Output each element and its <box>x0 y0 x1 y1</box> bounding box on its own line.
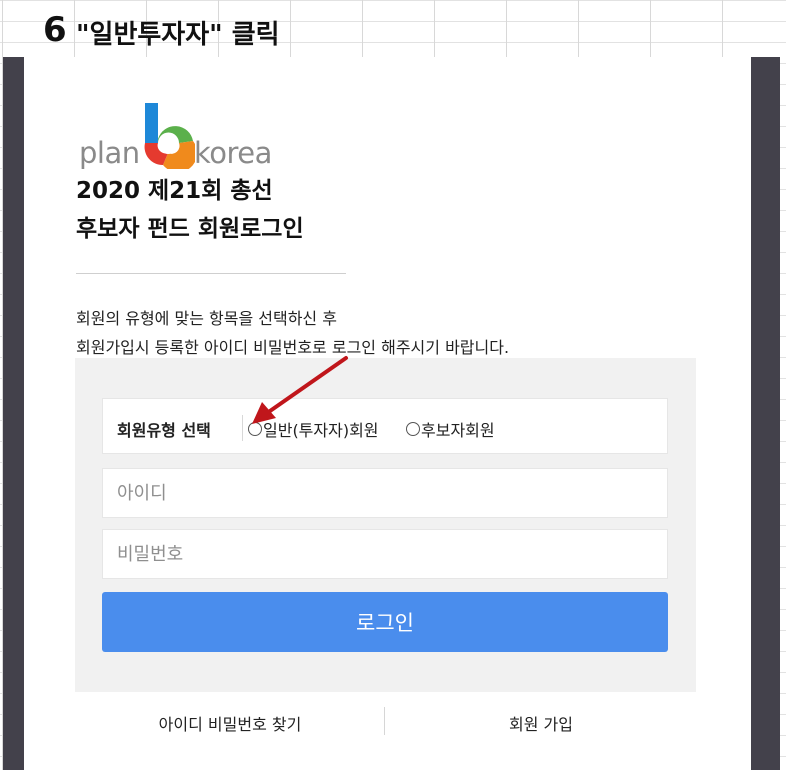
member-type-row: 회원유형 선택 일반(투자자)회원 후보자회원 <box>102 398 668 454</box>
radio-general-investor-label: 일반(투자자)회원 <box>263 421 379 440</box>
title-line-2: 후보자 펀드 회원로그인 <box>76 216 304 242</box>
description-line-1: 회원의 유형에 맞는 항목을 선택하신 후 <box>76 309 337 328</box>
id-input[interactable] <box>102 468 668 518</box>
login-box: 회원유형 선택 일반(투자자)회원 후보자회원 로그인 <box>75 358 696 692</box>
login-page: plan korea 2020 제21회 총선 후보자 펀드 회원로그인 회원의… <box>24 57 751 770</box>
member-type-label: 회원유형 선택 <box>117 421 211 440</box>
bottom-links: 아이디 비밀번호 찾기 회원 가입 <box>75 707 696 737</box>
radio-candidate[interactable]: 후보자회원 <box>406 417 495 441</box>
find-account-link[interactable]: 아이디 비밀번호 찾기 <box>75 711 385 735</box>
logo-text-plan: plan <box>79 136 140 170</box>
radio-general-investor[interactable]: 일반(투자자)회원 <box>248 417 379 441</box>
screenshot-frame: plan korea 2020 제21회 총선 후보자 펀드 회원로그인 회원의… <box>3 57 780 770</box>
logo-text-korea: korea <box>194 136 272 170</box>
step-header: 6 "일반투자자" 클릭 <box>0 0 786 57</box>
password-input[interactable] <box>102 529 668 579</box>
planbkorea-logo: plan korea <box>79 103 299 173</box>
signup-link[interactable]: 회원 가입 <box>386 711 696 735</box>
links-separator <box>384 707 385 735</box>
title-divider <box>76 273 346 274</box>
page-title: 2020 제21회 총선 후보자 펀드 회원로그인 <box>76 172 436 248</box>
title-line-1: 2020 제21회 총선 <box>76 178 273 204</box>
radio-circle-icon[interactable] <box>248 422 262 436</box>
radio-circle-icon[interactable] <box>406 422 420 436</box>
step-instruction: "일반투자자" 클릭 <box>76 20 280 50</box>
login-description: 회원의 유형에 맞는 항목을 선택하신 후 회원가입시 등록한 아이디 비밀번호… <box>76 304 636 362</box>
logo-b-icon <box>144 103 195 169</box>
login-button[interactable]: 로그인 <box>102 592 668 652</box>
member-type-separator <box>242 415 243 441</box>
radio-candidate-label: 후보자회원 <box>421 421 495 440</box>
step-number: 6 <box>43 10 67 50</box>
